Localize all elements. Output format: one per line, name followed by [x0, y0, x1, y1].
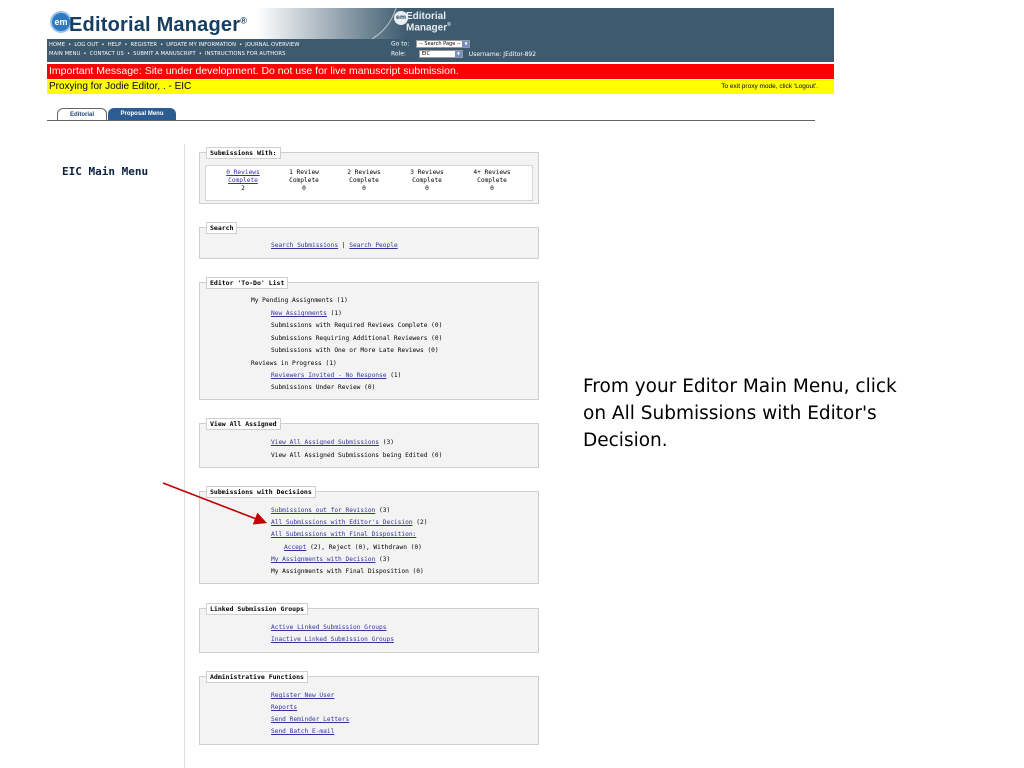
panel-title: Administrative Functions [206, 671, 308, 683]
view-all-row: View All Assigned Submissions (3) [271, 439, 394, 446]
nav-separator: • [124, 42, 128, 48]
panel-title: Linked Submission Groups [206, 603, 308, 615]
tab-underline [47, 120, 815, 121]
my-final-disposition: My Assignments with Final Disposition (0… [271, 568, 424, 575]
nav-separator: • [160, 42, 164, 48]
pending-assignments: My Pending Assignments (1) [251, 297, 348, 304]
nav-link-journal-overview[interactable]: JOURNAL OVERVIEW [245, 42, 299, 48]
annotation-arrow-icon [162, 482, 267, 525]
proxy-text: Proxying for Jodie Editor, . - EIC [49, 81, 192, 92]
disposition-counts: Accept (2), Reject (0), Withdrawn (0) [284, 544, 422, 551]
search-links: Search Submissions | Search People [271, 242, 398, 249]
brand2-title: Editorial Manager® [406, 11, 451, 34]
stat-3-reviews: 3 Reviews Complete 0 [410, 169, 444, 192]
view-all-panel: View All Assigned View All Assigned Subm… [199, 418, 539, 468]
out-for-revision-link[interactable]: Submissions out for Revision [271, 507, 375, 514]
final-disposition-row: All Submissions with Final Disposition: [271, 531, 416, 539]
reports-link[interactable]: Reports [271, 704, 297, 711]
panel-title: Editor 'To-Do' List [206, 277, 289, 289]
nav-link-help[interactable]: HELP [108, 42, 122, 48]
nav-separator: • [101, 42, 105, 48]
my-decision-row: My Assignments with Decision (3) [271, 556, 391, 563]
top-nav-row-2: MAIN MENU • CONTACT US • SUBMIT A MANUSCRIPT… [49, 51, 286, 57]
important-message-bar: Important Message: Site under developmen… [47, 64, 834, 79]
stat-4plus-reviews: 4+ Reviews Complete 0 [473, 169, 511, 192]
active-linked-link[interactable]: Active Linked Submission Groups [271, 624, 386, 631]
goto-label: Go to: [391, 40, 410, 48]
top-nav-row-1: HOME • LOG OUT • HELP • REGISTER • UPDATE MY INF… [49, 42, 299, 48]
panel-title: Search [206, 222, 238, 234]
nav-separator: • [83, 51, 87, 57]
reminder-letters-link[interactable]: Send Reminder Letters [271, 716, 349, 723]
nav-link-log-out[interactable]: LOG OUT [74, 42, 98, 48]
reviews-in-progress: Reviews in Progress (1) [251, 360, 337, 367]
stat-2-reviews: 2 Reviews Complete 0 [347, 169, 381, 192]
reviewers-invited-link[interactable]: Reviewers Invited - No Response [271, 372, 386, 379]
column-divider [184, 144, 185, 768]
goto-row: Go to: -- Search Page -- ▼ [391, 40, 471, 48]
under-review: Submissions Under Review (0) [271, 384, 376, 391]
view-all-edited: View All Assigned Submissions being Edit… [271, 452, 443, 459]
stat-0-reviews[interactable]: 0 Reviews Complete 2 [214, 169, 272, 193]
view-all-assigned-link[interactable]: View All Assigned Submissions [271, 439, 379, 446]
panel-title: Submissions With: [206, 147, 281, 159]
inactive-linked-link[interactable]: Inactive Linked Submission Groups [271, 636, 394, 643]
editor-decision-row: All Submissions with Editor's Decision (… [271, 519, 428, 526]
nav-separator: • [239, 42, 243, 48]
app-header: em Editorial Manager® HOME • LOG OUT • HELP •… [47, 8, 834, 62]
chevron-down-icon: ▼ [454, 51, 462, 57]
nav-link-register[interactable]: REGISTER [130, 42, 157, 48]
role-label: Role: [391, 50, 406, 58]
goto-select[interactable]: -- Search Page -- ▼ [416, 40, 471, 48]
reviewers-invited-row: Reviewers Invited - No Response (1) [271, 372, 402, 379]
nav-link-contact-us[interactable]: CONTACT US [90, 51, 124, 57]
page-title: EIC Main Menu [62, 165, 149, 178]
req-reviews-complete: Submissions with Required Reviews Comple… [271, 322, 443, 329]
late-reviews: Submissions with One or More Late Review… [271, 347, 439, 354]
nav-link-home[interactable]: HOME [49, 42, 65, 48]
nav-link-main-menu[interactable]: MAIN MENU [49, 51, 80, 57]
review-stats-table: 0 Reviews Complete 2 1 Review Complete 0 2 R… [205, 165, 533, 201]
new-assignments-link[interactable]: New Assignments [271, 310, 327, 317]
role-select[interactable]: EIC ▼ [418, 50, 463, 58]
panel-title: View All Assigned [206, 418, 281, 430]
final-disposition-link[interactable]: All Submissions with Final Disposition: [271, 531, 416, 538]
admin-panel: Administrative Functions Register New Us… [199, 671, 539, 745]
register-user-link[interactable]: Register New User [271, 692, 334, 699]
username-label: Username: JEditor-892 [468, 50, 537, 58]
chevron-down-icon: ▼ [462, 41, 470, 47]
accept-link[interactable]: Accept [284, 544, 306, 551]
new-assignments-row: New Assignments (1) [271, 310, 342, 317]
nav-separator: • [126, 51, 131, 57]
search-submissions-link[interactable]: Search Submissions [271, 242, 338, 249]
submissions-with-panel: Submissions With: 0 Reviews Complete 2 1 R… [199, 147, 539, 204]
all-editor-decision-link[interactable]: All Submissions with Editor's Decision [271, 519, 413, 526]
proxy-bar: Proxying for Jodie Editor, . - EIC To ex… [47, 80, 834, 94]
exit-proxy-text: To exit proxy mode, click 'Logout'. [721, 83, 818, 90]
linked-groups-panel: Linked Submission Groups Active Linked S… [199, 603, 539, 653]
search-people-link[interactable]: Search People [349, 242, 397, 249]
nav-separator: • [68, 42, 72, 48]
nav-separator: • [198, 51, 202, 57]
revision-row: Submissions out for Revision (3) [271, 507, 391, 514]
nav-link-instructions-for-authors[interactable]: INSTRUCTIONS FOR AUTHORS [205, 51, 286, 57]
annotation-text: From your Editor Main Menu, click on All… [583, 376, 897, 451]
batch-email-link[interactable]: Send Batch E-mail [271, 728, 334, 735]
search-panel: Search Search Submissions | Search Peopl… [199, 222, 539, 259]
nav-link-update-my-information[interactable]: UPDATE MY INFORMATION [166, 42, 236, 48]
todo-panel: Editor 'To-Do' List My Pending Assignmen… [199, 277, 539, 400]
req-additional-reviewers: Submissions Requiring Additional Reviewe… [271, 335, 443, 342]
stat-1-review: 1 Review Complete 0 [289, 169, 319, 192]
role-row: Role: EIC ▼ Username: JEditor-892 [391, 50, 536, 58]
brand-title: Editorial Manager® [69, 14, 248, 36]
my-decision-link[interactable]: My Assignments with Decision [271, 556, 375, 563]
nav-link-submit-a-manuscript[interactable]: SUBMIT A MANUSCRIPT [133, 51, 196, 57]
